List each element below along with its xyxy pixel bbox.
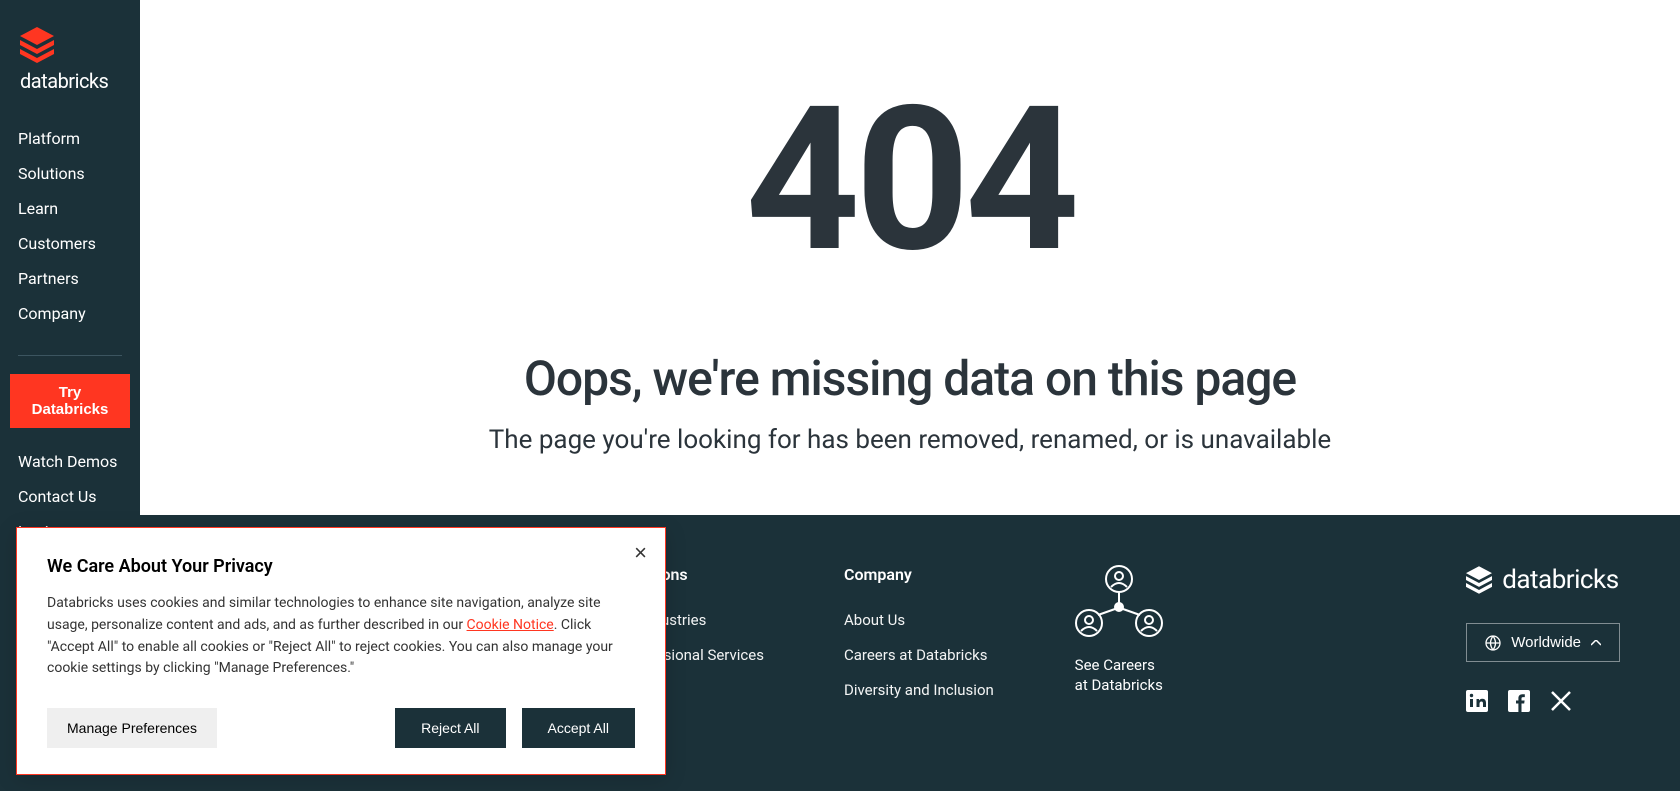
nav-watch-demos[interactable]: Watch Demos — [0, 444, 140, 479]
footer-brand-name: databricks — [1502, 565, 1618, 595]
nav-learn[interactable]: Learn — [0, 191, 140, 226]
nav-partners[interactable]: Partners — [0, 261, 140, 296]
close-icon: × — [634, 540, 647, 565]
footer-careers-block[interactable]: See Careers at Databricks — [1074, 565, 1164, 755]
sidebar-divider — [18, 355, 122, 356]
footer-heading-company: Company — [844, 565, 994, 584]
cookie-close-button[interactable]: × — [634, 540, 647, 566]
chevron-up-icon — [1591, 640, 1601, 646]
cookie-title: We Care About Your Privacy — [47, 556, 635, 577]
nav-customers[interactable]: Customers — [0, 226, 140, 261]
cookie-banner: × We Care About Your Privacy Databricks … — [16, 527, 666, 775]
error-code: 404 — [180, 80, 1640, 280]
error-subtitle: The page you're looking for has been rem… — [180, 425, 1640, 455]
footer-col-company: Company About Us Careers at Databricks D… — [844, 565, 994, 755]
nav-company[interactable]: Company — [0, 296, 140, 331]
nav-contact-us[interactable]: Contact Us — [0, 479, 140, 514]
brand-name: databricks — [20, 69, 108, 93]
cookie-text: Databricks uses cookies and similar tech… — [47, 593, 635, 680]
cookie-actions: Manage Preferences Reject All Accept All — [47, 708, 635, 748]
footer-careers-text: See Careers at Databricks — [1075, 655, 1163, 696]
databricks-logo-icon — [20, 27, 54, 63]
globe-icon — [1485, 635, 1501, 651]
footer-brand[interactable]: databricks — [1466, 565, 1618, 595]
footer-link-about[interactable]: About Us — [844, 610, 994, 631]
careers-network-icon — [1074, 565, 1164, 643]
reject-all-button[interactable]: Reject All — [395, 708, 505, 748]
error-section: 404 Oops, we're missing data on this pag… — [140, 0, 1680, 515]
manage-preferences-button[interactable]: Manage Preferences — [47, 708, 217, 748]
careers-line2: at Databricks — [1075, 675, 1163, 695]
nav-solutions[interactable]: Solutions — [0, 156, 140, 191]
x-twitter-icon[interactable] — [1550, 690, 1572, 712]
nav-platform[interactable]: Platform — [0, 121, 140, 156]
error-title: Oops, we're missing data on this page — [180, 350, 1640, 407]
facebook-icon[interactable] — [1508, 690, 1530, 712]
careers-line1: See Careers — [1075, 655, 1163, 675]
footer-right: databricks Worldwide — [1466, 565, 1620, 755]
cookie-notice-link[interactable]: Cookie Notice — [467, 617, 554, 633]
locale-label: Worldwide — [1511, 634, 1581, 651]
footer-link-diversity[interactable]: Diversity and Inclusion — [844, 680, 994, 701]
locale-selector[interactable]: Worldwide — [1466, 623, 1620, 662]
brand-logo[interactable]: databricks — [0, 27, 140, 93]
databricks-logo-icon — [1466, 566, 1492, 594]
try-databricks-button[interactable]: Try Databricks — [10, 374, 130, 428]
linkedin-icon[interactable] — [1466, 690, 1488, 712]
sidebar-nav: Platform Solutions Learn Customers Partn… — [0, 121, 140, 331]
accept-all-button[interactable]: Accept All — [522, 708, 635, 748]
social-row — [1466, 690, 1572, 712]
footer-link-careers[interactable]: Careers at Databricks — [844, 645, 994, 666]
